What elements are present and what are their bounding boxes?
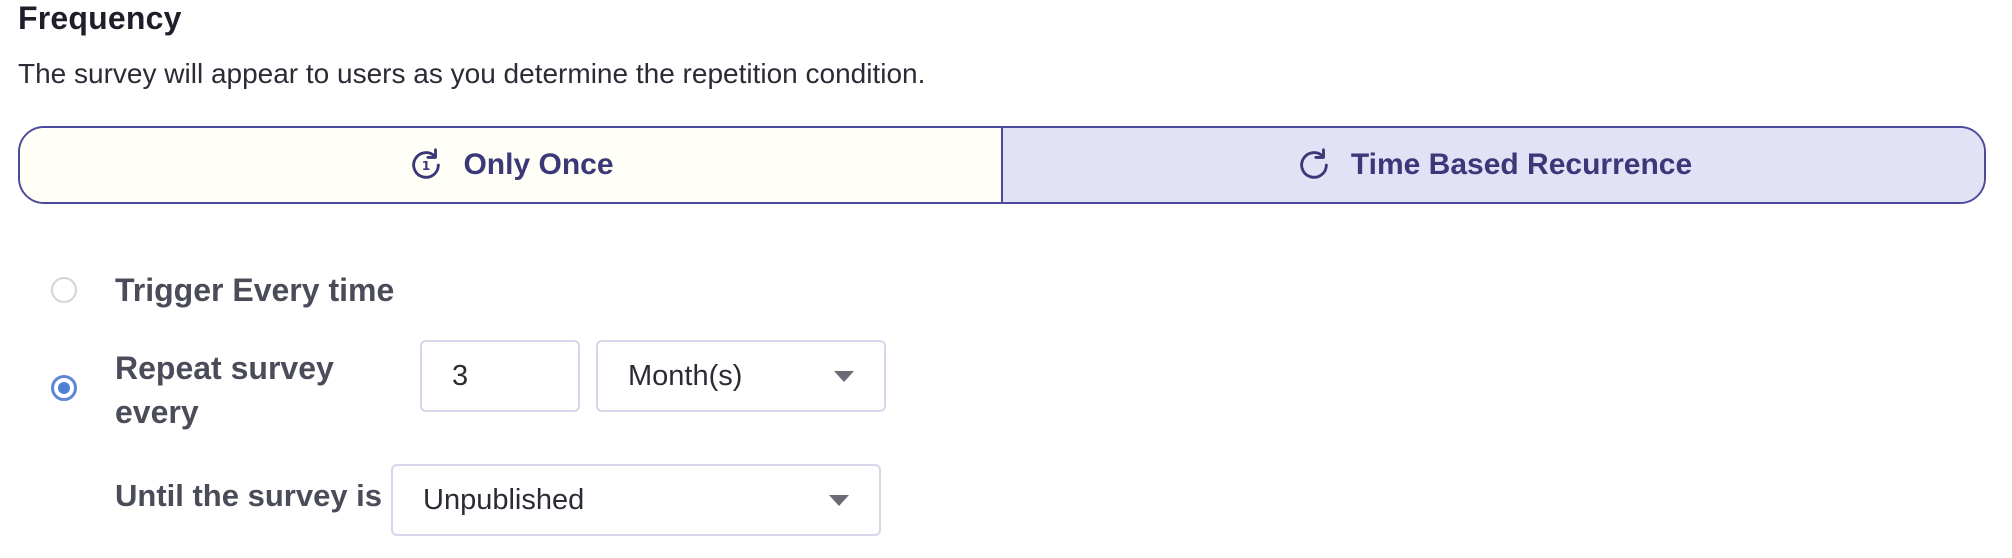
option-repeat-every[interactable]: Repeat survey every (51, 346, 334, 434)
radio-trigger-every-time[interactable] (51, 277, 77, 303)
until-label: Until the survey is (115, 478, 383, 513)
option-repeat-every-label: Repeat survey every (115, 346, 334, 434)
chevron-down-icon (829, 495, 849, 506)
svg-text:1: 1 (422, 159, 431, 173)
tab-only-once[interactable]: 1 Only Once (20, 128, 1003, 202)
frequency-section: Frequency The survey will appear to user… (0, 0, 2012, 558)
section-title: Frequency (18, 0, 182, 36)
until-status-value: Unpublished (423, 483, 585, 516)
frequency-toggle: 1 Only Once Time Based Recurrence (18, 126, 1986, 204)
tab-time-based-recurrence[interactable]: Time Based Recurrence (1003, 128, 1984, 202)
section-description: The survey will appear to users as you d… (18, 58, 926, 89)
repeat-unit-value: Month(s) (628, 359, 743, 392)
radio-repeat-every[interactable] (51, 375, 77, 401)
option-trigger-every-time-label: Trigger Every time (115, 272, 395, 308)
until-status-select[interactable]: Unpublished (391, 464, 881, 536)
tab-only-once-label: Only Once (463, 148, 614, 181)
repeat-interval-input[interactable]: 3 (420, 340, 580, 412)
repeat-interval-value: 3 (452, 359, 469, 392)
repeat-unit-select[interactable]: Month(s) (596, 340, 886, 412)
repeat-label-line1: Repeat survey (115, 350, 334, 386)
repeat-once-icon: 1 (412, 148, 441, 179)
refresh-icon (1300, 148, 1328, 179)
option-trigger-every-time[interactable]: Trigger Every time (51, 268, 394, 312)
chevron-down-icon (834, 371, 854, 382)
tab-time-based-recurrence-label: Time Based Recurrence (1350, 148, 1693, 181)
repeat-label-line2: every (115, 394, 199, 430)
